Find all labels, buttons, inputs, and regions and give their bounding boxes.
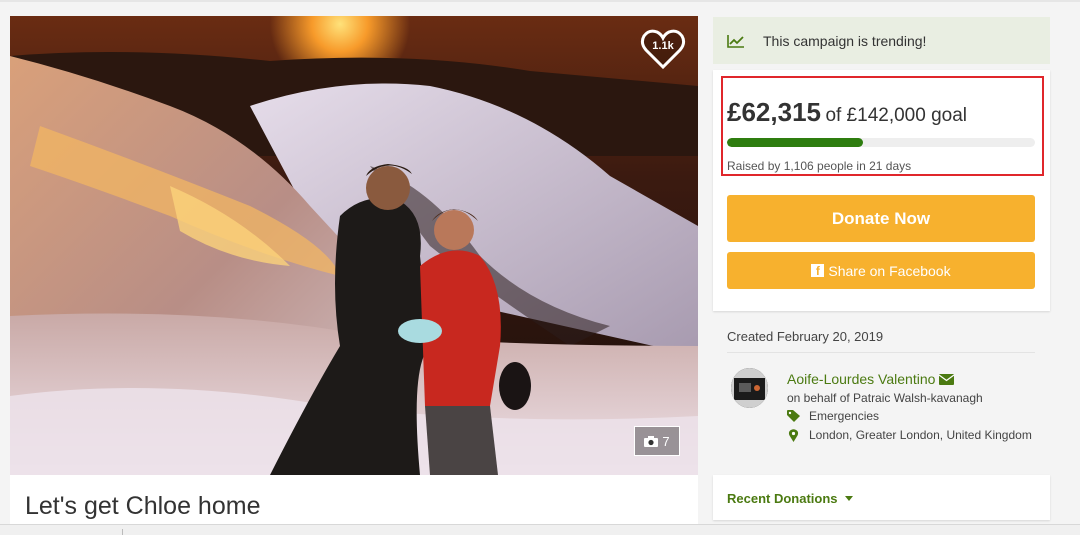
share-facebook-button[interactable]: f Share on Facebook [727,252,1035,289]
trending-text: This campaign is trending! [763,32,927,49]
envelope-icon[interactable] [939,373,955,385]
map-pin-icon [788,428,799,442]
recent-donations-toggle[interactable]: Recent Donations [727,491,853,506]
trending-banner: This campaign is trending! [713,17,1050,64]
top-border [0,0,1080,2]
recent-donations-panel: Recent Donations [713,475,1050,520]
tag-icon [787,410,800,422]
raised-by-text: Raised by 1,106 people in 21 days [727,159,912,173]
progress-fill [727,138,863,147]
recent-donations-label: Recent Donations [727,491,838,506]
donation-card: £62,315 of £142,000 goal Raised by 1,106… [713,70,1050,311]
raised-amount: £62,315 [727,97,821,127]
photo-count: 7 [662,433,670,449]
divider [727,352,1035,353]
share-label: Share on Facebook [828,262,951,279]
campaign-photo-scene [10,16,698,475]
campaign-title: Let's get Chloe home [25,492,261,520]
progress-bar [727,138,1035,147]
amount-raised: £62,315 of £142,000 goal [727,97,967,128]
organizer-link[interactable]: Aoife-Lourdes Valentino [787,371,955,387]
goal-amount: of £142,000 goal [825,105,968,126]
camera-icon [644,435,659,447]
on-behalf-text: on behalf of Patraic Walsh-kavanagh [787,391,983,405]
trend-chart-icon [727,34,744,48]
avatar[interactable] [731,368,768,408]
category-link[interactable]: Emergencies [809,409,879,423]
donate-button[interactable]: Donate Now [727,195,1035,242]
location-text: London, Greater London, United Kingdom [809,428,1032,442]
location-row: London, Greater London, United Kingdom [787,428,1032,442]
like-count: 1.1k [652,40,674,52]
avatar-image [731,368,768,408]
created-date: Created February 20, 2019 [727,329,884,344]
caret-down-icon [844,496,853,501]
like-button[interactable]: 1.1k [640,28,686,70]
photo-gallery-button[interactable]: 7 [634,426,680,456]
facebook-icon: f [811,264,825,277]
bottom-divider [122,529,123,535]
bottom-bar [0,524,1080,535]
campaign-photo[interactable] [10,16,698,475]
category-row: Emergencies [787,409,879,423]
organizer-name: Aoife-Lourdes Valentino [787,371,936,387]
